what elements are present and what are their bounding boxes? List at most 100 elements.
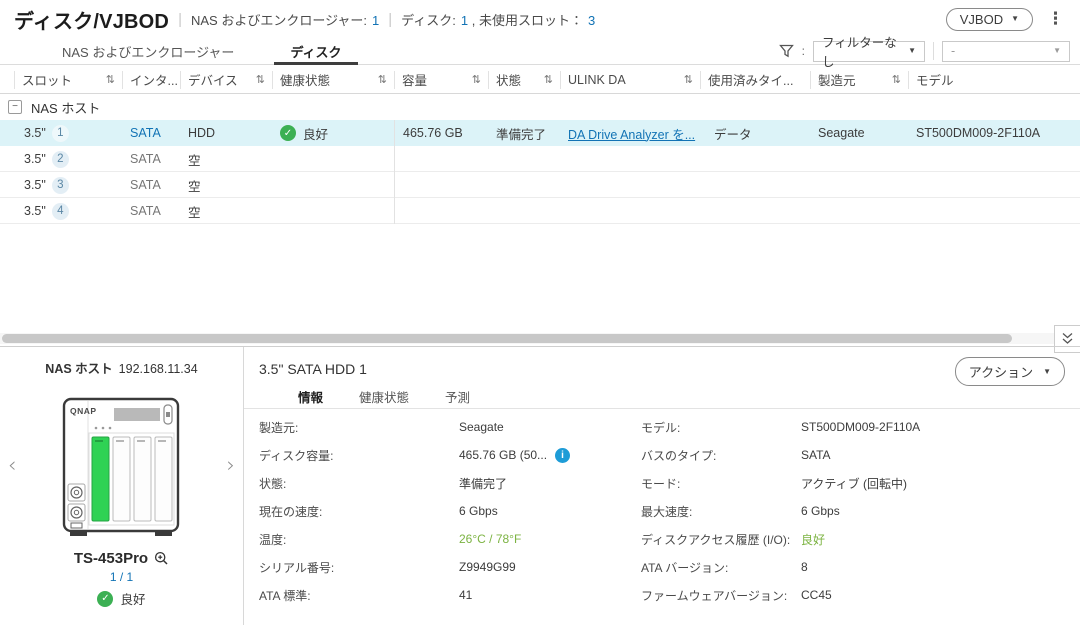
column-header-manufacturer-label: 製造元	[818, 71, 856, 89]
field-label-disk-access-history: ディスクアクセス履歴 (I/O):	[641, 531, 801, 548]
slot-prefix: 3.5"	[24, 178, 46, 192]
group-row-nas-host[interactable]: − NAS ホスト	[0, 94, 1080, 120]
column-header-used-type-label: 使用済みタイ...	[708, 71, 793, 89]
tab-health-status[interactable]: 健康状態	[359, 387, 409, 408]
column-header-model-label: モデル	[916, 71, 954, 89]
field-label-mode: モード:	[641, 475, 801, 492]
chevron-down-icon: ▼	[908, 47, 916, 55]
vjbod-button-label: VJBOD	[960, 12, 1003, 27]
field-value-max-speed: 6 Gbps	[801, 504, 1070, 518]
tab-prediction[interactable]: 予測	[445, 387, 470, 408]
field-label-current-speed: 現在の速度:	[259, 503, 459, 520]
field-value-current-speed: 6 Gbps	[459, 504, 641, 518]
disk-detail-title: 3.5" SATA HDD 1	[259, 361, 367, 377]
device-cell: 空	[180, 176, 272, 195]
field-value-bus-type: SATA	[801, 448, 1070, 462]
tab-bar: NAS およびエンクロージャー ディスク : フィルターなし ▼ - ▼	[0, 38, 1080, 65]
tab-nas-enclosure-label: NAS およびエンクロージャー	[62, 42, 234, 61]
sort-icon: ⇅	[378, 73, 387, 86]
field-value-capacity: 465.76 GB (50... i	[459, 448, 641, 463]
nas-count-stat: NAS およびエンクロージャー:1	[191, 10, 379, 29]
tab-disk[interactable]: ディスク	[262, 38, 369, 64]
slot-prefix: 3.5"	[24, 204, 46, 218]
capacity-value-text: 465.76 GB (50...	[459, 448, 547, 462]
capacity-cell: 465.76 GB	[394, 120, 488, 146]
filter-funnel-icon	[779, 44, 794, 58]
info-icon[interactable]: i	[555, 448, 570, 463]
filter-secondary-dropdown[interactable]: - ▼	[942, 41, 1070, 62]
sort-icon: ⇅	[106, 73, 115, 86]
device-cell: HDD	[180, 126, 272, 140]
zoom-magnifier-icon[interactable]	[154, 551, 169, 566]
table-row[interactable]: 3.5" 4 SATA 空	[0, 198, 1080, 224]
disk-count-value: 1	[461, 13, 468, 28]
field-label-max-speed: 最大速度:	[641, 503, 801, 520]
field-value-model: ST500DM009-2F110A	[801, 420, 1070, 434]
filter-dropdown[interactable]: フィルターなし ▼	[813, 41, 925, 62]
device-pager: 1 / 1	[110, 570, 133, 584]
disk-info-grid: 製造元: Seagate モデル: ST500DM009-2F110A ディスク…	[259, 413, 1070, 609]
column-header-device-label: デバイス	[188, 71, 238, 89]
tab-nas-enclosure[interactable]: NAS およびエンクロージャー	[34, 38, 262, 64]
check-circle-icon: ✓	[280, 125, 296, 141]
field-value-manufacturer: Seagate	[459, 420, 641, 434]
field-value-firmware-version: CC45	[801, 588, 1070, 602]
column-header-capacity-label: 容量	[402, 71, 427, 89]
interface-link[interactable]: SATA	[122, 126, 180, 140]
slot-cell: 3.5" 3	[14, 177, 122, 194]
slot-prefix: 3.5"	[24, 152, 46, 166]
column-header-slot[interactable]: スロット⇅	[14, 71, 122, 89]
interface-cell: SATA	[122, 178, 180, 192]
slot-cell: 3.5" 4	[14, 203, 122, 220]
nas-device-image: QNAP	[62, 397, 182, 539]
column-header-model[interactable]: モデル	[908, 71, 1080, 89]
sort-icon: ⇅	[544, 73, 553, 86]
table-row[interactable]: 3.5" 1 SATA HDD ✓ 良好 465.76 GB 準備完了 DA D…	[0, 120, 1080, 146]
field-value-mode: アクティブ (回転中)	[801, 475, 1070, 492]
field-value-serial-number: Z9949G99	[459, 560, 641, 574]
column-header-status-label: 状態	[496, 71, 521, 89]
column-header-health[interactable]: 健康状態 ⇅	[272, 71, 394, 89]
prev-device-button[interactable]: ‹	[8, 455, 16, 476]
chevron-down-icon: ▼	[1011, 15, 1019, 23]
device-health-line: ✓ 良好	[97, 589, 145, 608]
disk-vjbod-window: ディスク/VJBOD | NAS およびエンクロージャー:1 | ディスク:1 …	[0, 0, 1080, 625]
column-header-health-label: 健康状態	[280, 71, 330, 89]
next-device-button[interactable]: ›	[227, 455, 235, 476]
capacity-cell	[394, 198, 488, 224]
table-row[interactable]: 3.5" 3 SATA 空	[0, 172, 1080, 198]
field-value-temperature: 26°C / 78°F	[459, 532, 641, 546]
manufacturer-cell: Seagate	[810, 126, 908, 140]
field-value-ata-standard: 41	[459, 588, 641, 602]
chevron-down-icon: ▼	[1043, 368, 1051, 376]
column-header-ulink[interactable]: ULINK DA⇅	[560, 71, 700, 89]
field-value-status: 準備完了	[459, 475, 641, 492]
column-header-device[interactable]: デバイス ⇅	[180, 71, 272, 89]
kebab-menu-icon[interactable]: ⋮	[1045, 9, 1066, 29]
table-row[interactable]: 3.5" 2 SATA 空	[0, 146, 1080, 172]
column-header-ulink-label: ULINK DA	[568, 73, 626, 87]
vjbod-button[interactable]: VJBOD ▼	[946, 8, 1033, 31]
device-cell: 空	[180, 202, 272, 221]
capacity-cell	[394, 146, 488, 172]
action-button[interactable]: アクション ▼	[955, 357, 1065, 386]
field-label-manufacturer: 製造元:	[259, 419, 459, 436]
column-header-capacity[interactable]: 容量⇅	[394, 71, 488, 89]
collapse-minus-icon[interactable]: −	[8, 100, 22, 114]
capacity-cell	[394, 172, 488, 198]
divider: |	[178, 11, 182, 28]
column-header-status[interactable]: 状態 ⇅	[488, 71, 560, 89]
da-drive-analyzer-link[interactable]: DA Drive Analyzer を...	[560, 124, 700, 143]
horizontal-scrollbar[interactable]	[0, 333, 1054, 344]
field-label-ata-standard: ATA 標準:	[259, 587, 459, 604]
column-header-used-type[interactable]: 使用済みタイ...	[700, 71, 810, 89]
column-header-manufacturer[interactable]: 製造元⇅	[810, 71, 908, 89]
column-header-interface[interactable]: インタ...⇅	[122, 71, 180, 89]
field-label-temperature: 温度:	[259, 531, 459, 548]
action-button-label: アクション	[969, 362, 1033, 381]
detail-tabs: 情報 健康状態 予測	[244, 387, 1080, 409]
horizontal-scrollbar-thumb[interactable]	[2, 334, 1012, 343]
tab-info[interactable]: 情報	[298, 387, 323, 408]
interface-cell: SATA	[122, 152, 180, 166]
sort-icon: ⇅	[256, 73, 265, 86]
